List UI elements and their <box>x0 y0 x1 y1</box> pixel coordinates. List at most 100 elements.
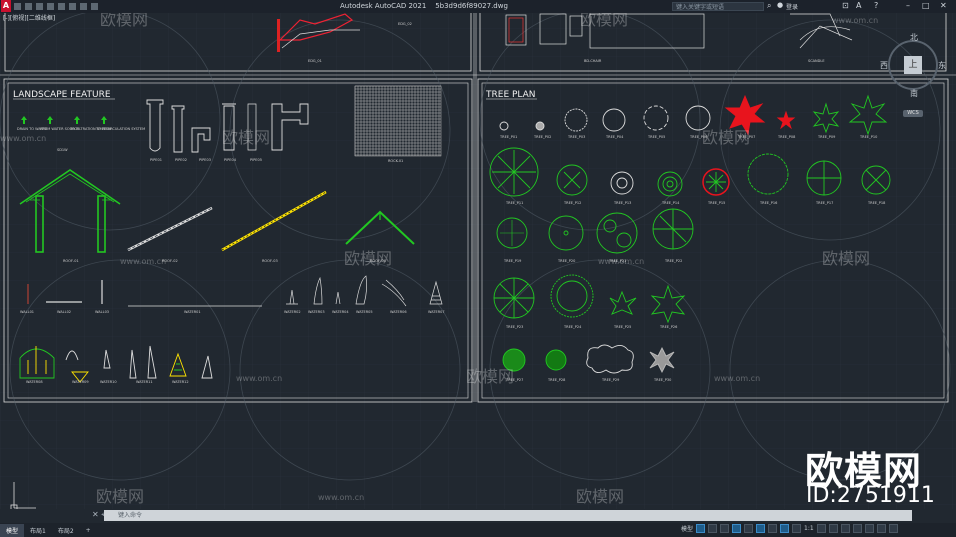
isolate-objects-icon[interactable] <box>852 524 862 533</box>
open-icon[interactable] <box>25 3 32 10</box>
label-tree-p22: TREE_P22 <box>664 259 682 263</box>
label-tree-p16: TREE_P16 <box>759 201 777 205</box>
wm-brand-4: 欧模网 <box>702 128 750 147</box>
save-as-icon[interactable] <box>47 3 54 10</box>
landscape-title: LANDSCAPE FEATURE <box>13 90 111 100</box>
drawing-canvas[interactable]: EDG_02 EDG_01 BD-CHAIR SCANDLE LANDSCAPE… <box>0 0 956 512</box>
wm-brand-7: 欧模网 <box>466 367 514 386</box>
viewcube[interactable]: 上 北 南 西 东 <box>880 33 946 98</box>
cart-icon[interactable]: ⊡ <box>842 1 849 10</box>
model-space-svg[interactable]: EDG_02 EDG_01 BD-CHAIR SCANDLE LANDSCAPE… <box>0 0 956 512</box>
compass-north[interactable]: 北 <box>910 32 918 43</box>
viewport-controls[interactable]: [-][俯视][二维线框] <box>0 13 203 22</box>
wcs-menu[interactable]: WCS <box>903 110 923 117</box>
compass-west[interactable]: 西 <box>880 60 888 71</box>
label-tree-p24: TREE_P24 <box>563 325 582 329</box>
label-water08: WATER08 <box>26 380 43 384</box>
wm-url-2: www.om.cn <box>120 257 166 266</box>
label-tree-p14: TREE_P14 <box>661 201 680 205</box>
label-wall01: WALL01 <box>20 310 34 314</box>
quick-access-toolbar <box>14 3 98 10</box>
tab-layout2[interactable]: 布局2 <box>52 524 80 537</box>
isodraft-icon[interactable] <box>744 524 754 533</box>
tree-plan-title: TREE PLAN <box>485 90 536 100</box>
label-edg02: EDG_02 <box>398 22 412 26</box>
minimize-icon[interactable]: – <box>906 1 910 10</box>
label-water12: WATER12 <box>172 380 189 384</box>
clean-screen-icon[interactable] <box>876 524 886 533</box>
workspace-gear-icon[interactable] <box>816 524 826 533</box>
label-water04: WATER04 <box>332 310 349 314</box>
label-tree-p05: TREE_P05 <box>647 135 665 139</box>
label-pipe04: PIPE04 <box>224 158 237 162</box>
label-tree-p26: TREE_P26 <box>659 325 677 329</box>
tab-layout1[interactable]: 布局1 <box>24 524 52 537</box>
viewcube-top-face[interactable]: 上 <box>904 56 922 74</box>
watermark-id: ID:2751911 <box>806 483 935 508</box>
hardware-acceleration-icon[interactable] <box>864 524 874 533</box>
search-input[interactable]: 键入关键字或短语 <box>672 2 764 11</box>
close-icon[interactable]: ✕ <box>940 1 947 10</box>
help-icon[interactable]: ? <box>874 1 878 10</box>
annotation-monitor-icon[interactable] <box>828 524 838 533</box>
label-tree-p18: TREE_P18 <box>867 201 885 205</box>
label-scandle: SCANDLE <box>808 59 825 63</box>
sign-in-button[interactable]: 登录 <box>786 2 798 11</box>
autoscale-icon[interactable] <box>792 524 802 533</box>
label-tree-p20: TREE_P20 <box>557 259 575 263</box>
wm-brand-5: 欧模网 <box>344 249 392 268</box>
units-icon[interactable] <box>840 524 850 533</box>
new-icon[interactable] <box>14 3 21 10</box>
lineweight-icon[interactable] <box>768 524 778 533</box>
customize-menu-icon[interactable] <box>888 524 898 533</box>
label-tree-p10: TREE_P10 <box>859 135 877 139</box>
label-tree-p08: TREE_P08 <box>777 135 795 139</box>
label-bd-chair: BD-CHAIR <box>584 59 602 63</box>
title-bar: A Autodesk AutoCAD 2021 5b3d9d6f89027.dw… <box>0 0 956 13</box>
compass-south[interactable]: 南 <box>910 88 918 99</box>
ortho-icon[interactable] <box>720 524 730 533</box>
label-pipe01: PIPE01 <box>150 158 162 162</box>
object-snap-icon[interactable] <box>756 524 766 533</box>
label-tree-p30: TREE_P30 <box>653 378 671 382</box>
share-icon[interactable] <box>91 3 98 10</box>
undo-icon[interactable] <box>69 3 76 10</box>
maximize-icon[interactable]: □ <box>922 1 930 10</box>
label-water06: WATER06 <box>390 310 407 314</box>
label-pipe03: PIPE03 <box>199 158 211 162</box>
snap-icon[interactable] <box>708 524 718 533</box>
plot-icon[interactable] <box>58 3 65 10</box>
label-tree-p29: TREE_P29 <box>601 378 619 382</box>
label-water02: WATER02 <box>284 310 301 314</box>
label-water09: WATER09 <box>72 380 89 384</box>
user-icon[interactable]: ● <box>777 1 783 9</box>
label-tree-p04: TREE_P04 <box>605 135 624 139</box>
label-edg01: EDG_01 <box>308 59 322 63</box>
label-tree-p11: TREE_P11 <box>505 201 523 205</box>
autodesk-a-icon[interactable]: A <box>856 1 861 10</box>
annotation-scale[interactable]: 1:1 <box>804 525 814 532</box>
grid-icon[interactable] <box>696 524 706 533</box>
polar-icon[interactable] <box>732 524 742 533</box>
label-tree-p03: TREE_P03 <box>567 135 585 139</box>
label-tree-p25: TREE_P25 <box>613 325 631 329</box>
search-icon[interactable]: ⌕ <box>767 1 771 11</box>
label-roof01: ROOF-01 <box>63 259 79 263</box>
window-title: Autodesk AutoCAD 2021 5b3d9d6f89027.dwg <box>340 2 508 10</box>
add-layout-icon[interactable]: + <box>80 525 97 536</box>
label-tree-p12: TREE_P12 <box>563 201 581 205</box>
command-input[interactable]: 键入命令 <box>104 510 912 521</box>
redo-icon[interactable] <box>80 3 87 10</box>
model-space-toggle[interactable]: 模型 <box>681 524 693 533</box>
autocad-logo-icon[interactable]: A <box>1 0 11 12</box>
save-icon[interactable] <box>36 3 43 10</box>
annotation-icon[interactable] <box>780 524 790 533</box>
wm-url-6: www.om.cn <box>318 493 364 502</box>
tab-model[interactable]: 模型 <box>0 523 25 537</box>
wm-url-4: www.om.cn <box>236 374 282 383</box>
label-wall02: WALL02 <box>57 310 71 314</box>
wm-url-7: www.om.cn <box>832 16 878 25</box>
file-name: 5b3d9d6f89027.dwg <box>435 2 508 10</box>
compass-east[interactable]: 东 <box>938 60 946 71</box>
label-tree-p01: TREE_P01 <box>499 135 517 139</box>
